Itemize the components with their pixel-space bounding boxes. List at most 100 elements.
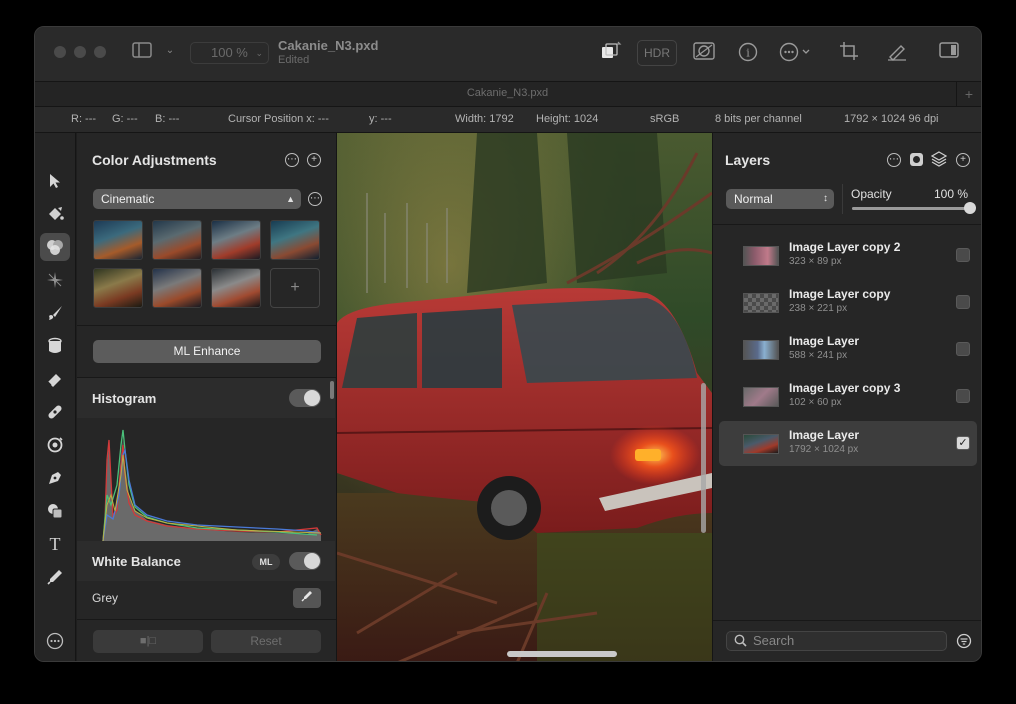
opacity-slider-track[interactable] — [852, 202, 976, 214]
document-title[interactable]: Cakanie_N3.pxd — [278, 38, 378, 53]
toggle-knob — [304, 553, 320, 569]
new-tab-button[interactable]: + — [956, 82, 981, 106]
layer-size: 323 × 89 px — [789, 256, 842, 267]
blue-value: B: --- — [155, 113, 180, 125]
ml-badge[interactable]: ML — [252, 554, 280, 570]
minimize-window-button[interactable] — [74, 46, 86, 58]
shapes-icon[interactable] — [40, 497, 70, 525]
clone-stamp-icon[interactable] — [40, 431, 70, 459]
arrow-tool-icon[interactable] — [40, 167, 70, 195]
opacity-label: Opacity — [851, 187, 892, 201]
preset-options-icon[interactable]: ⋯ — [308, 192, 322, 206]
more-options-icon[interactable] — [779, 42, 813, 68]
histogram-chart — [77, 425, 335, 542]
zoom-window-button[interactable] — [94, 46, 106, 58]
preset-category-select[interactable]: Cinematic ▲︎ — [93, 189, 301, 209]
preset-thumbnail[interactable] — [152, 220, 202, 260]
layer-visibility-checkbox[interactable] — [956, 389, 970, 403]
layer-thumbnail — [743, 434, 779, 454]
green-value: G: --- — [112, 113, 138, 125]
color-space: sRGB — [650, 113, 680, 125]
layers-search-input[interactable]: Search — [726, 631, 947, 651]
right-sidebar-toggle-icon[interactable] — [938, 42, 960, 64]
histogram-title: Histogram — [92, 391, 157, 406]
crop-icon[interactable] — [838, 41, 860, 67]
info-icon[interactable]: i — [737, 42, 759, 68]
add-adjustment-icon[interactable]: + — [307, 153, 321, 167]
opacity-slider-knob[interactable] — [964, 202, 976, 214]
layer-thumbnail — [743, 387, 779, 407]
effects-icon[interactable] — [40, 266, 70, 294]
repair-bandage-icon[interactable] — [40, 398, 70, 426]
layer-size: 102 × 60 px — [789, 397, 842, 408]
chevron-updown-icon: ▲︎ — [286, 194, 295, 204]
titlebar: ⌄ 100 % ⌄ Cakanie_N3.pxd Edited HDR i — [35, 27, 981, 81]
white-balance-toggle[interactable] — [289, 552, 321, 570]
crop-rotate-icon[interactable] — [599, 41, 623, 69]
layer-visibility-checkbox[interactable] — [956, 248, 970, 262]
preset-thumbnail[interactable] — [93, 268, 143, 308]
preset-thumbnail[interactable] — [270, 220, 320, 260]
pen-tool-icon[interactable] — [40, 464, 70, 492]
preset-thumbnail[interactable] — [211, 220, 261, 260]
more-tools-icon[interactable] — [40, 627, 70, 655]
hdr-button[interactable]: HDR — [637, 40, 677, 66]
opacity-value: 100 % — [934, 187, 969, 201]
search-icon — [734, 634, 747, 652]
preset-thumbnail[interactable] — [152, 268, 202, 308]
add-preset-button[interactable]: + — [270, 268, 320, 308]
layer-stack-icon[interactable] — [930, 151, 948, 172]
layer-name: Image Layer — [789, 428, 860, 442]
tab-bar: Cakanie_N3.pxd + — [35, 81, 981, 107]
layer-visibility-checkbox[interactable] — [956, 295, 970, 309]
image-canvas[interactable] — [337, 133, 712, 661]
color-picker-icon[interactable] — [40, 563, 70, 591]
layers-title: Layers — [725, 152, 771, 168]
layer-row[interactable]: Image Layer 1792 × 1024 px ✓ — [719, 421, 977, 466]
layer-row[interactable]: Image Layer copy 3 102 × 60 px — [719, 374, 977, 419]
preset-thumbnail[interactable] — [211, 268, 261, 308]
layer-row[interactable]: Image Layer copy 238 × 221 px — [719, 280, 977, 325]
cursor-y-value: y: --- — [369, 113, 392, 125]
markup-pen-icon[interactable] — [886, 41, 908, 67]
eraser-icon[interactable] — [40, 365, 70, 393]
layer-visibility-checkbox[interactable]: ✓ — [956, 436, 970, 450]
ml-enhance-button[interactable]: ML Enhance — [93, 340, 321, 363]
layer-visibility-checkbox[interactable] — [956, 342, 970, 356]
layers-options-icon[interactable]: ⋯ — [887, 153, 901, 167]
panel-options-icon[interactable]: ⋯ — [285, 153, 299, 167]
reset-button[interactable]: Reset — [211, 630, 321, 653]
color-adjustments-icon[interactable] — [40, 233, 70, 261]
paint-bucket-icon[interactable] — [40, 200, 70, 228]
toggle-knob — [304, 390, 320, 406]
layer-name: Image Layer copy 2 — [789, 240, 901, 254]
add-layer-icon[interactable]: + — [956, 153, 970, 167]
image-resolution: 1792 × 1024 96 dpi — [844, 113, 939, 125]
text-tool-icon[interactable]: T — [40, 530, 70, 558]
eyedropper-icon — [301, 591, 312, 602]
filter-icon[interactable] — [956, 633, 972, 654]
grey-picker-button[interactable] — [293, 588, 321, 608]
white-balance-header: White Balance ML — [77, 541, 335, 581]
close-window-button[interactable] — [54, 46, 66, 58]
opacity-slider-fill — [852, 207, 970, 210]
bit-depth: 8 bits per channel — [715, 113, 802, 125]
layer-name: Image Layer copy — [789, 287, 891, 301]
brush-icon[interactable] — [40, 299, 70, 327]
divider — [842, 184, 843, 214]
histogram-toggle[interactable] — [289, 389, 321, 407]
layer-row[interactable]: Image Layer copy 2 323 × 89 px — [719, 233, 977, 278]
compare-button[interactable]: ■|□ — [93, 630, 203, 653]
mask-icon[interactable] — [692, 41, 716, 67]
fill-icon[interactable] — [40, 332, 70, 360]
blend-mode-select[interactable]: Normal ↕ — [726, 189, 834, 209]
preset-thumbnail[interactable] — [93, 220, 143, 260]
chevron-down-icon[interactable]: ⌄ — [163, 41, 177, 61]
add-mask-icon[interactable] — [910, 153, 923, 166]
panel-scrollbar[interactable] — [330, 381, 334, 399]
sidebar-toggle-icon[interactable] — [131, 42, 153, 64]
histogram-header: Histogram — [77, 378, 335, 418]
zoom-level-field[interactable]: 100 % ⌄ — [190, 42, 269, 64]
layer-row[interactable]: Image Layer 588 × 241 px — [719, 327, 977, 372]
tab-document[interactable]: Cakanie_N3.pxd — [35, 87, 980, 99]
